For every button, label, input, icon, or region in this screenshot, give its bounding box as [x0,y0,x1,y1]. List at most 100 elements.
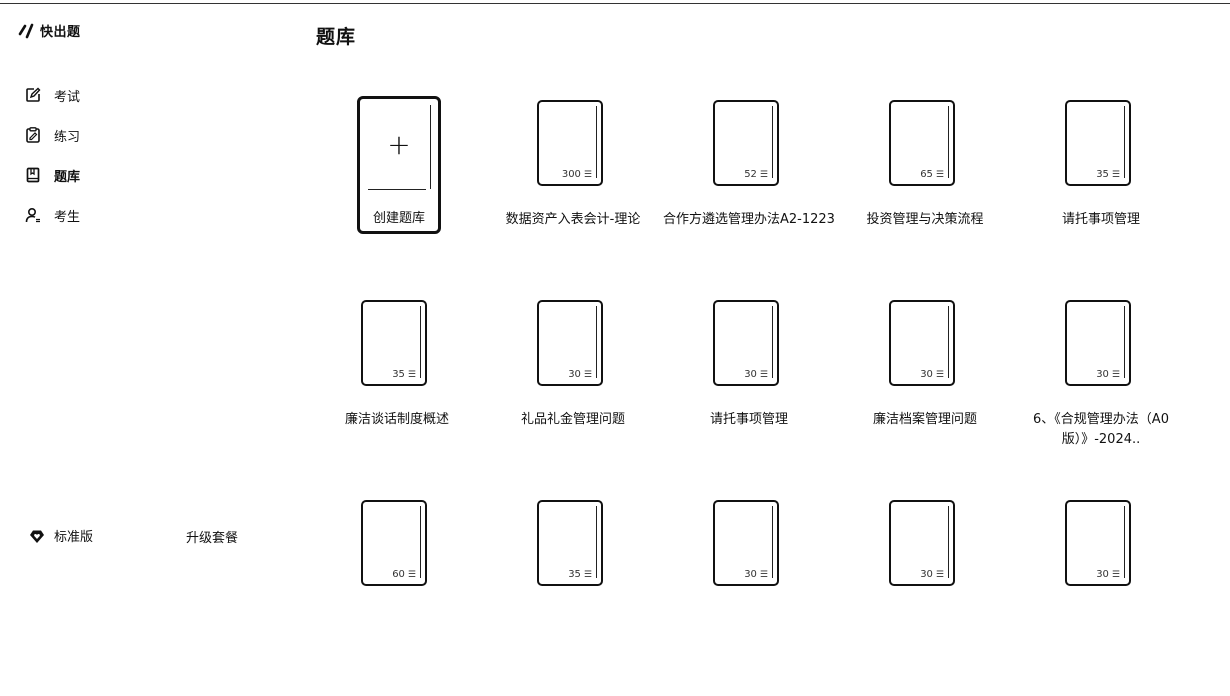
question-count-value: 30 [744,569,757,580]
question-bank-card[interactable]: 30 ☰ 请托事项管理 [661,296,837,496]
book-edge [430,105,431,189]
question-count-value: 52 [744,169,757,180]
question-count: 60 ☰ [392,569,416,580]
question-list-icon: ☰ [1111,169,1120,180]
question-list-icon: ☰ [935,169,944,180]
question-list-icon: ☰ [583,369,592,380]
create-bank-card[interactable]: + 创建题库 [309,96,485,296]
create-bank-button[interactable]: + 创建题库 [357,96,441,234]
plus-icon: + [387,128,411,161]
sidebar-item-practice[interactable]: 练习 [24,123,80,147]
question-count-value: 60 [392,569,405,580]
question-bank-card[interactable]: 30 ☰ [1013,496,1189,696]
sidebar-item-exam[interactable]: 考试 [24,83,80,107]
question-count: 30 ☰ [920,569,944,580]
question-count-value: 300 [561,169,581,180]
bank-name: 数据资产入表会计-理论 [505,212,641,227]
create-bank-label: 创建题库 [372,211,425,226]
book-icon [24,166,42,184]
question-count: 35 ☰ [1096,169,1120,180]
sidebar-item-label: 考生 [54,209,81,225]
app-logo[interactable]: 快出题 [18,21,81,40]
question-bank-card[interactable]: 30 ☰ 6、《合规管理办法（A0版）》-2024.. [1013,296,1189,496]
question-count: 30 ☰ [744,569,768,580]
question-count-value: 30 [568,369,581,380]
bank-cover: 30 ☰ [889,300,955,386]
question-count-value: 65 [920,169,933,180]
question-list-icon: ☰ [935,369,944,380]
bank-cover: 35 ☰ [537,500,603,586]
question-count: 30 ☰ [568,369,592,380]
bank-name: 请托事项管理 [709,412,788,427]
bank-cover: 30 ☰ [1065,500,1131,586]
app-name: 快出题 [40,25,81,40]
upgrade-plan-link[interactable]: 升级套餐 [186,527,238,546]
logo-icon [18,23,34,38]
question-list-icon: ☰ [759,369,768,380]
sidebar-nav: 考试 练习 题库 考生 [24,83,80,243]
question-count-value: 35 [392,369,405,380]
question-count: 35 ☰ [392,369,416,380]
question-count: 65 ☰ [920,169,944,180]
bank-cover: 30 ☰ [713,300,779,386]
top-border [0,3,1230,4]
question-bank-grid: + 创建题库 300 ☰ 数据资产入表会计-理论 52 ☰ 合作方遴选管理办法A2-122… [309,96,1189,696]
question-count: 30 ☰ [920,369,944,380]
plan-label: 标准版 [54,530,94,545]
question-bank-card[interactable]: 300 ☰ 数据资产入表会计-理论 [485,96,661,296]
question-bank-card[interactable]: 35 ☰ 请托事项管理 [1013,96,1189,296]
question-count: 30 ☰ [1096,369,1120,380]
question-bank-card[interactable]: 65 ☰ 投资管理与决策流程 [837,96,1013,296]
plan-indicator: 标准版 [29,526,93,545]
sidebar-item-label: 练习 [54,129,81,145]
bank-cover: 30 ☰ [889,500,955,586]
page-title: 题库 [316,26,357,48]
bank-cover: 30 ☰ [537,300,603,386]
question-list-icon: ☰ [583,169,592,180]
question-bank-card[interactable]: 30 ☰ 廉洁档案管理问题 [837,296,1013,496]
question-bank-card[interactable]: 60 ☰ [309,496,485,696]
bank-cover: 300 ☰ [537,100,603,186]
sidebar-item-label: 题库 [54,169,81,185]
bank-cover: 30 ☰ [713,500,779,586]
bank-cover: 35 ☰ [1065,100,1131,186]
bank-name: 6、《合规管理办法（A0版）》-2024.. [1033,412,1169,447]
bank-name: 廉洁档案管理问题 [872,412,977,427]
question-count-value: 30 [920,369,933,380]
question-count-value: 30 [1096,369,1109,380]
bank-name: 请托事项管理 [1061,212,1140,227]
question-count-value: 30 [920,569,933,580]
question-count: 52 ☰ [744,169,768,180]
bank-name: 礼品礼金管理问题 [520,412,625,427]
bank-cover: 60 ☰ [361,500,427,586]
question-bank-card[interactable]: 52 ☰ 合作方遴选管理办法A2-1223 [661,96,837,296]
question-count: 35 ☰ [568,569,592,580]
question-list-icon: ☰ [1111,569,1120,580]
question-bank-card[interactable]: 35 ☰ [485,496,661,696]
question-bank-card[interactable]: 30 ☰ [661,496,837,696]
question-list-icon: ☰ [583,569,592,580]
question-list-icon: ☰ [1111,369,1120,380]
bank-cover: 65 ☰ [889,100,955,186]
question-list-icon: ☰ [935,569,944,580]
question-count-value: 30 [1096,569,1109,580]
question-bank-card[interactable]: 35 ☰ 廉洁谈话制度概述 [309,296,485,496]
bank-name: 合作方遴选管理办法A2-1223 [663,212,835,227]
question-count-value: 30 [744,369,757,380]
question-list-icon: ☰ [407,569,416,580]
question-bank-card[interactable]: 30 ☰ 礼品礼金管理问题 [485,296,661,496]
user-icon [24,206,42,224]
bank-name: 投资管理与决策流程 [866,212,984,227]
divider [368,189,426,190]
question-bank-card[interactable]: 30 ☰ [837,496,1013,696]
practice-icon [24,126,42,144]
sidebar-item-examinee[interactable]: 考生 [24,203,80,227]
question-list-icon: ☰ [759,569,768,580]
question-list-icon: ☰ [407,369,416,380]
question-count: 30 ☰ [1096,569,1120,580]
sidebar-item-question-bank[interactable]: 题库 [24,163,80,187]
question-list-icon: ☰ [759,169,768,180]
bank-name: 廉洁谈话制度概述 [344,412,449,427]
question-count-value: 35 [568,569,581,580]
question-count: 30 ☰ [744,369,768,380]
